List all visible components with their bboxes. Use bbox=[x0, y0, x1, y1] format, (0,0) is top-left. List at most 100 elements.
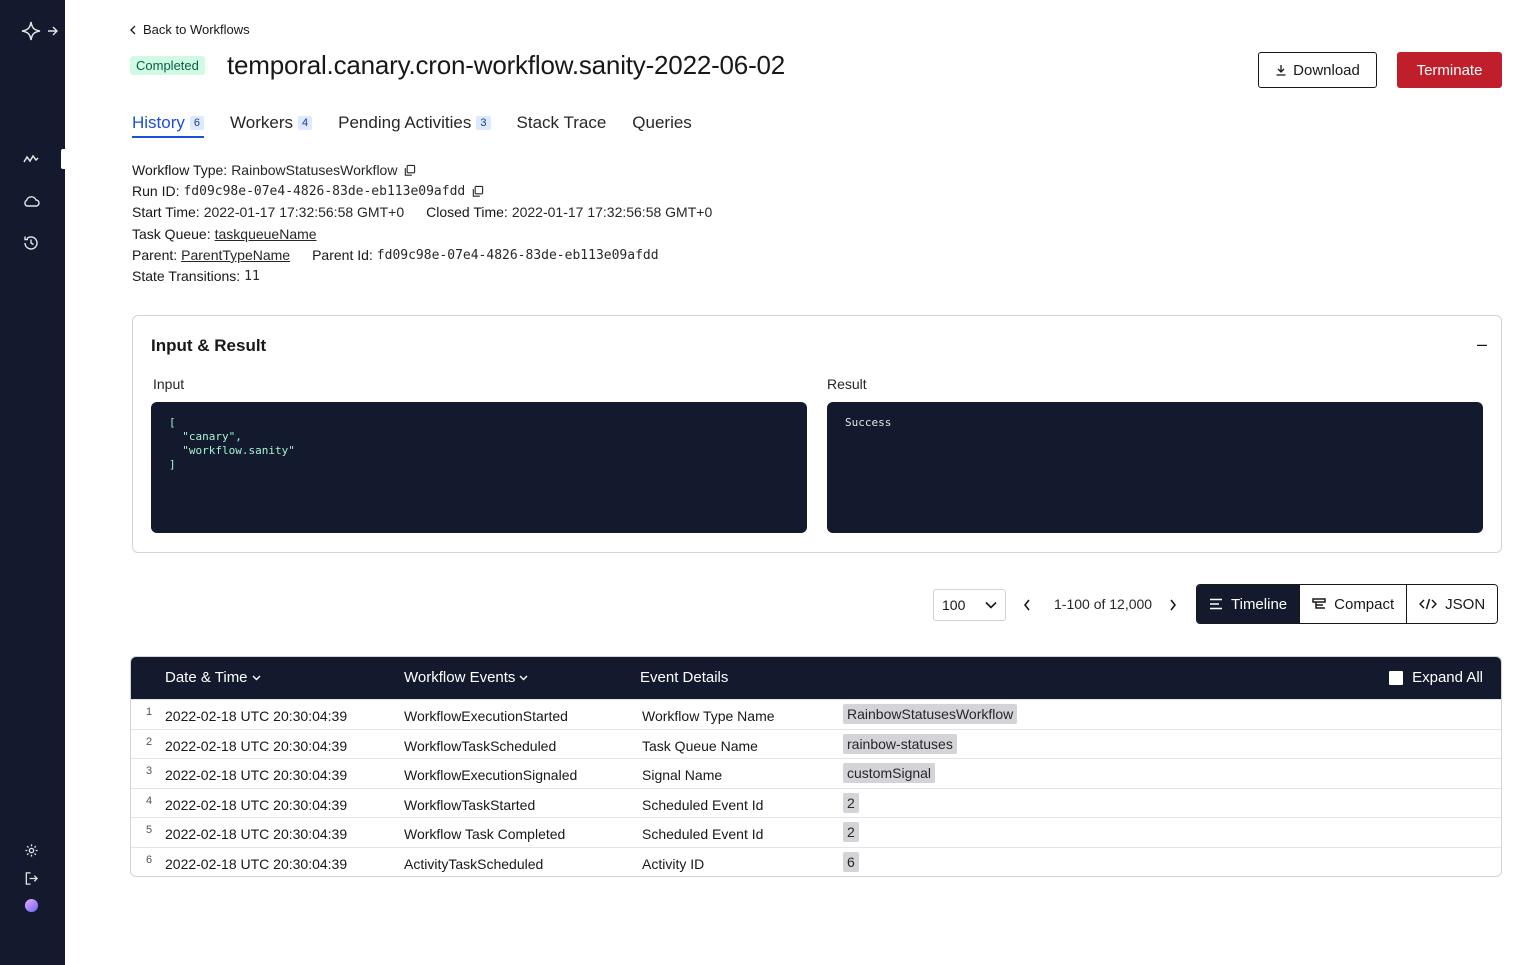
page-size-value: 100 bbox=[942, 597, 966, 613]
terminate-button[interactable]: Terminate bbox=[1397, 52, 1502, 88]
previous-page-button[interactable] bbox=[1023, 594, 1037, 616]
event-type: WorkflowTaskScheduled bbox=[404, 737, 557, 754]
copy-icon[interactable] bbox=[471, 185, 485, 199]
timeline-list-icon bbox=[1210, 598, 1222, 610]
back-link-label: Back to Workflows bbox=[143, 22, 250, 37]
main-content: Back to Workflows Completed temporal.can… bbox=[65, 0, 1536, 965]
event-time: 2022-02-18 UTC 20:30:04:39 bbox=[165, 826, 348, 842]
download-button-label: Download bbox=[1293, 61, 1360, 79]
event-time: 2022-02-18 UTC 20:30:04:39 bbox=[165, 767, 348, 783]
logout-icon[interactable] bbox=[21, 868, 41, 888]
table-header: Date & Time Workflow Events Event Detail… bbox=[131, 657, 1501, 699]
expand-all-checkbox[interactable]: Expand All bbox=[1389, 669, 1483, 686]
run-id-value: fd09c98e-07e4-4826-83de-eb113e09afdd bbox=[183, 184, 466, 200]
event-details-column-header: Event Details bbox=[640, 669, 728, 686]
tab-history[interactable]: History 6 bbox=[132, 113, 205, 138]
input-result-card: Input & Result – Input Result [ "canary"… bbox=[132, 315, 1502, 553]
code-icon bbox=[1419, 598, 1438, 610]
expand-all-label: Expand All bbox=[1412, 669, 1483, 686]
timeline-label: Timeline bbox=[1231, 595, 1288, 613]
chevron-down-icon bbox=[985, 601, 997, 609]
tab-label: Workers bbox=[230, 113, 294, 132]
checkbox[interactable] bbox=[1389, 670, 1404, 685]
closed-time-label: Closed Time: bbox=[426, 204, 508, 221]
event-type: WorkflowExecutionStarted bbox=[404, 708, 568, 724]
parent-label: Parent: bbox=[132, 246, 178, 263]
event-detail-value: 6 bbox=[843, 851, 859, 872]
tab-label: History bbox=[132, 113, 185, 132]
settings-gear-icon[interactable] bbox=[21, 840, 41, 860]
download-icon bbox=[1276, 65, 1286, 76]
event-detail-value: rainbow-statuses bbox=[843, 733, 957, 754]
tab-label: Queries bbox=[632, 113, 692, 132]
temporal-logo-icon[interactable] bbox=[21, 21, 41, 41]
workflow-summary: Workflow Type: RainbowStatusesWorkflow R… bbox=[132, 160, 712, 287]
task-queue-link[interactable]: taskqueueName bbox=[215, 224, 317, 245]
table-row[interactable]: 2 2022-02-18 UTC 20:30:04:39 WorkflowTas… bbox=[131, 728, 1501, 759]
timeline-view-button[interactable]: Timeline bbox=[1197, 585, 1300, 623]
chevron-down-icon bbox=[252, 675, 261, 680]
tab-queries[interactable]: Queries bbox=[632, 113, 692, 138]
event-detail-key: Scheduled Event Id bbox=[642, 826, 764, 842]
next-page-button[interactable] bbox=[1169, 594, 1183, 616]
state-transitions-label: State Transitions: bbox=[132, 268, 241, 285]
view-toggle-group: Timeline Compact JSON bbox=[1196, 584, 1499, 624]
workflow-type-label: Workflow Type: bbox=[132, 162, 228, 178]
user-avatar[interactable] bbox=[21, 895, 41, 915]
event-number: 2 bbox=[146, 735, 153, 748]
tab-stack-trace[interactable]: Stack Trace bbox=[517, 113, 607, 138]
input-code-block: [ "canary", "workflow.sanity" ] bbox=[151, 402, 807, 533]
json-view-button[interactable]: JSON bbox=[1406, 585, 1498, 623]
table-row[interactable]: 4 2022-02-18 UTC 20:30:04:39 WorkflowTas… bbox=[131, 787, 1501, 818]
table-row[interactable]: 5 2022-02-18 UTC 20:30:04:39 Workflow Ta… bbox=[131, 817, 1501, 847]
event-number: 1 bbox=[146, 706, 153, 718]
cloud-icon[interactable] bbox=[21, 191, 41, 211]
table-row[interactable]: 6 2022-02-18 UTC 20:30:04:39 ActivityTas… bbox=[131, 846, 1501, 877]
event-detail-value: customSignal bbox=[843, 763, 936, 783]
back-to-workflows-link[interactable]: Back to Workflows bbox=[129, 22, 250, 37]
history-icon[interactable] bbox=[21, 233, 41, 253]
sidebar bbox=[0, 0, 65, 965]
parent-id-label: Parent Id: bbox=[312, 246, 373, 263]
tab-label: Pending Activities bbox=[338, 113, 472, 132]
event-time: 2022-02-18 UTC 20:30:04:39 bbox=[165, 708, 348, 724]
copy-icon[interactable] bbox=[403, 164, 417, 178]
column-label: Event Details bbox=[640, 669, 729, 686]
page-title: temporal.canary.cron-workflow.sanity-202… bbox=[227, 50, 786, 80]
column-label: Workflow Events bbox=[404, 669, 516, 686]
table-row[interactable]: 1 2022-02-18 UTC 20:30:04:39 WorkflowExe… bbox=[131, 699, 1501, 729]
tab-workers[interactable]: Workers 4 bbox=[230, 113, 313, 138]
event-history-table: Date & Time Workflow Events Event Detail… bbox=[130, 656, 1502, 877]
event-type: WorkflowTaskStarted bbox=[404, 796, 536, 813]
result-code-block: Success bbox=[827, 402, 1483, 533]
event-time: 2022-02-18 UTC 20:30:04:39 bbox=[165, 737, 348, 754]
chevron-left-icon bbox=[130, 25, 136, 34]
event-detail-key: Scheduled Event Id bbox=[642, 796, 764, 813]
parent-link[interactable]: ParentTypeName bbox=[181, 245, 290, 266]
run-id-label: Run ID: bbox=[132, 183, 180, 200]
closed-time-value: 2022-01-17 17:32:56:58 GMT+0 bbox=[511, 204, 713, 221]
chevron-down-icon bbox=[519, 675, 528, 680]
workflow-events-column-header[interactable]: Workflow Events bbox=[404, 669, 528, 686]
event-type: Workflow Task Completed bbox=[404, 826, 566, 842]
tab-label: Stack Trace bbox=[516, 113, 607, 132]
start-time-label: Start Time: bbox=[132, 204, 200, 221]
workflow-type-value: RainbowStatusesWorkflow bbox=[231, 162, 398, 178]
event-detail-key: Activity ID bbox=[642, 855, 705, 872]
parent-id-value: fd09c98e-07e4-4826-83de-eb113e09afdd bbox=[376, 247, 659, 263]
workflows-activity-icon[interactable] bbox=[21, 149, 41, 169]
json-label: JSON bbox=[1445, 595, 1486, 613]
compact-label: Compact bbox=[1334, 595, 1395, 613]
page-size-select[interactable]: 100 bbox=[933, 589, 1006, 621]
table-row[interactable]: 3 2022-02-18 UTC 20:30:04:39 WorkflowExe… bbox=[131, 758, 1501, 788]
expand-sidebar-arrow-icon[interactable] bbox=[46, 21, 60, 41]
tab-count-badge: 6 bbox=[189, 116, 205, 130]
collapse-button[interactable]: – bbox=[1477, 334, 1487, 355]
download-button[interactable]: Download bbox=[1258, 52, 1377, 88]
pagination-range: 1-100 of 12,000 bbox=[1054, 596, 1153, 612]
date-time-column-header[interactable]: Date & Time bbox=[165, 669, 261, 686]
compact-view-button[interactable]: Compact bbox=[1299, 585, 1407, 623]
event-detail-key: Workflow Type Name bbox=[642, 708, 775, 724]
tab-pending-activities[interactable]: Pending Activities 3 bbox=[338, 113, 491, 138]
chevron-left-icon bbox=[1023, 599, 1030, 611]
